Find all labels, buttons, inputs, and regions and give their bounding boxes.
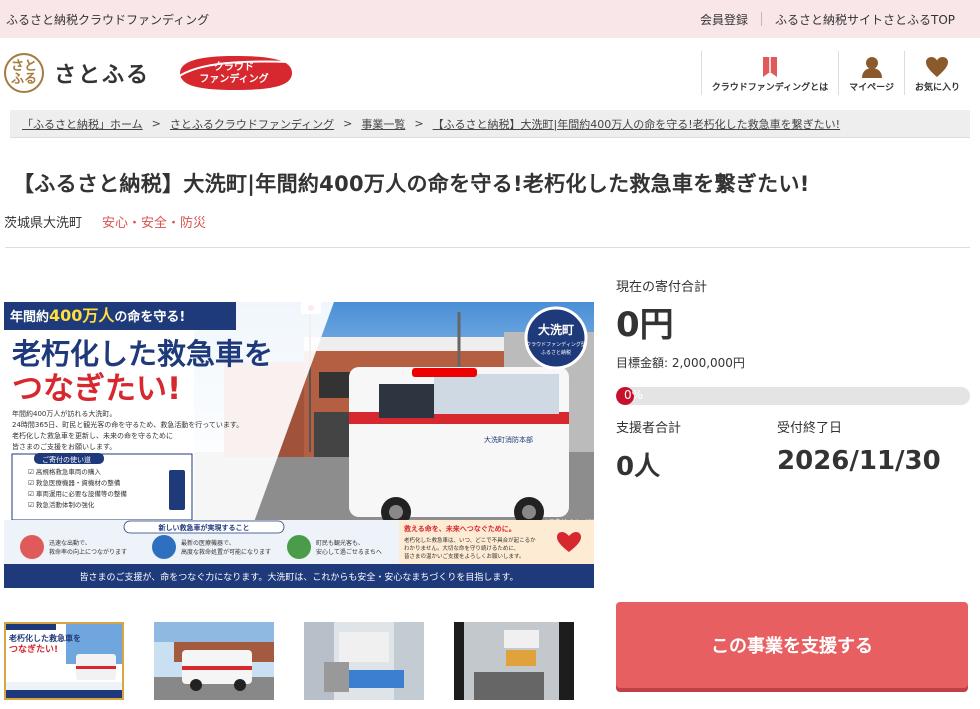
breadcrumb-separator: > xyxy=(343,117,353,130)
svg-text:老朽化した救急車は、いつ、どこで不具合が起こるか: 老朽化した救急車は、いつ、どこで不具合が起こるか xyxy=(404,536,536,544)
supporters-label: 支援者合計 xyxy=(616,421,682,436)
nav-favorites[interactable]: お気に入り xyxy=(903,51,970,95)
heart-icon xyxy=(925,54,949,80)
project-meta: 茨城県大洗町 安心・安全・防災 xyxy=(4,212,980,231)
svg-text:最新の医療機器で、: 最新の医療機器で、 xyxy=(181,539,235,547)
svg-text:老朽化した救急車を: 老朽化した救急車を xyxy=(12,337,273,371)
main-banner-image: 年間約400万人の命を守る! 老朽化した救急車を つなぎたい! 年間約400万人… xyxy=(4,302,594,588)
svg-text:☑ 救急医療機器・資機材の整備: ☑ 救急医療機器・資機材の整備 xyxy=(28,478,121,487)
svg-text:老朽化した救急車を: 老朽化した救急車を xyxy=(8,633,81,643)
breadcrumb-separator: > xyxy=(414,117,424,130)
svg-text:ご寄付の使い道: ご寄付の使い道 xyxy=(42,455,91,464)
logo-mark: さと ふる xyxy=(4,53,44,93)
register-link[interactable]: 会員登録 xyxy=(687,11,761,28)
stats: 支援者合計 0人 受付終了日 2026/11/30 xyxy=(616,417,970,483)
svg-text:☑ 車両運用に必要な設備等の整備: ☑ 車両運用に必要な設備等の整備 xyxy=(28,489,127,498)
svg-text:わかりません。大切な命を守り続けるために、: わかりません。大切な命を守り続けるために、 xyxy=(404,544,519,552)
site-name: ふるさと納税クラウドファンディング xyxy=(6,12,210,27)
svg-text:皆さまのご支援をお願いします。: 皆さまのご支援をお願いします。 xyxy=(12,442,116,451)
funding-panel: 現在の寄付合計 0円 目標金額: 2,000,000円 0% 支援者合計 0人 … xyxy=(616,266,970,483)
breadcrumb-home[interactable]: 「ふるさと納税」ホーム xyxy=(22,116,143,132)
svg-text:安心して過ごせるまちへ: 安心して過ごせるまちへ xyxy=(316,548,382,556)
svg-text:年間約400万人が訪れる大洗町。: 年間約400万人が訪れる大洗町。 xyxy=(12,409,116,418)
project-location: 茨城県大洗町 xyxy=(4,216,83,231)
svg-text:大洗町: 大洗町 xyxy=(538,322,574,337)
thumbnail-2[interactable] xyxy=(154,622,274,700)
breadcrumb-crowdfunding[interactable]: さとふるクラウドファンディング xyxy=(170,116,334,132)
thumbnail-3[interactable] xyxy=(304,622,424,700)
supporters-stat: 支援者合計 0人 xyxy=(616,417,681,483)
nav-mypage[interactable]: マイページ xyxy=(838,51,904,95)
svg-text:老朽化した救急車を更新し、未来の命を守るために: 老朽化した救急車を更新し、未来の命を守るために xyxy=(12,431,173,440)
satofull-top-link[interactable]: ふるさと納税サイトさとふるTOP xyxy=(762,11,968,28)
thumbnail-4[interactable] xyxy=(454,622,574,700)
svg-text:大洗町消防本部: 大洗町消防本部 xyxy=(484,435,533,444)
breadcrumb-separator: > xyxy=(151,117,161,130)
total-value: 0円 xyxy=(616,305,674,345)
breadcrumb: 「ふるさと納税」ホーム > さとふるクラウドファンディング > 事業一覧 > 【… xyxy=(10,110,970,138)
breadcrumb-projects[interactable]: 事業一覧 xyxy=(361,116,405,132)
svg-text:迅速な出動で、: 迅速な出動で、 xyxy=(49,539,91,547)
svg-text:☑ 高規格救急車両の購入: ☑ 高規格救急車両の購入 xyxy=(28,467,101,476)
svg-text:町民も観光客も、: 町民も観光客も、 xyxy=(316,539,364,547)
header: さと ふる さとふる クラウド ファンディング クラウドファンディングとは マイペ… xyxy=(0,38,980,108)
crowdfunding-badge: クラウド ファンディング xyxy=(172,54,296,92)
logo[interactable]: さと ふる さとふる クラウド ファンディング xyxy=(4,53,296,93)
thumbnail-strip: 老朽化した救急車を つなぎたい! xyxy=(4,622,604,700)
project-category[interactable]: 安心・安全・防災 xyxy=(102,212,206,231)
header-nav: クラウドファンディングとは マイページ お気に入り xyxy=(700,51,970,95)
badge-line1: クラウド xyxy=(214,62,255,73)
supporters-value: 0人 xyxy=(616,452,661,482)
svg-text:24時間365日、町民と観光客の命を守るため、救急活動を行っ: 24時間365日、町民と観光客の命を守るため、救急活動を行っています。 xyxy=(12,420,243,429)
svg-text:救命率の向上につながります: 救命率の向上につながります xyxy=(49,548,127,556)
nav-about-crowdfunding[interactable]: クラウドファンディングとは xyxy=(700,51,838,95)
svg-text:皆さまのご支援が、命をつなぐ力になります。大洗町は、これから: 皆さまのご支援が、命をつなぐ力になります。大洗町は、これからも安全・安心なまちづ… xyxy=(79,571,518,583)
svg-text:ふるさと納税: ふるさと納税 xyxy=(541,349,571,356)
progress-bar: 0% xyxy=(616,387,970,405)
svg-text:つなぎたい!: つなぎたい! xyxy=(9,643,58,655)
logo-text: さとふる xyxy=(54,63,151,88)
badge-line2: ファンディング xyxy=(199,74,269,85)
total-label: 現在の寄付合計 xyxy=(616,280,708,295)
svg-text:新しい救急車が実現すること: 新しい救急車が実現すること xyxy=(159,523,250,532)
support-button[interactable]: この事業を支援する xyxy=(616,602,968,688)
deadline-label: 受付終了日 xyxy=(777,421,843,436)
svg-text:つなぎたい!: つなぎたい! xyxy=(12,371,181,407)
page-title: 【ふるさと納税】大洗町|年間約400万人の命を守る!老朽化した救急車を繋ぎたい! xyxy=(13,172,810,196)
deadline-stat: 受付終了日 2026/11/30 xyxy=(777,417,941,483)
svg-text:皆さまの温かいご支援をよろしくお願いします。: 皆さまの温かいご支援をよろしくお願いします。 xyxy=(404,552,524,560)
project-main: 年間約400万人の命を守る! 老朽化した救急車を つなぎたい! 年間約400万人… xyxy=(0,266,980,709)
svg-text:クラウドファンディング型: クラウドファンディング型 xyxy=(526,341,586,348)
bookmark-icon xyxy=(761,54,779,80)
svg-text:☑ 救急活動体制の強化: ☑ 救急活動体制の強化 xyxy=(28,500,95,509)
person-icon xyxy=(861,54,883,80)
deadline-value: 2026/11/30 xyxy=(777,446,941,476)
top-bar: ふるさと納税クラウドファンディング 会員登録 ふるさと納税サイトさとふるTOP xyxy=(0,0,980,38)
progress-percent: 0% xyxy=(624,388,644,402)
svg-text:救える命を、未来へつなぐために。: 救える命を、未来へつなぐために。 xyxy=(404,524,516,533)
thumbnail-1[interactable]: 老朽化した救急車を つなぎたい! xyxy=(4,622,124,700)
divider xyxy=(5,247,970,248)
goal-amount: 目標金額: 2,000,000円 xyxy=(616,356,745,370)
top-links: 会員登録 ふるさと納税サイトさとふるTOP xyxy=(687,11,968,28)
svg-text:高度な救命処置が可能になります: 高度な救命処置が可能になります xyxy=(181,548,271,556)
breadcrumb-current[interactable]: 【ふるさと納税】大洗町|年間約400万人の命を守る!老朽化した救急車を繋ぎたい! xyxy=(433,116,841,132)
